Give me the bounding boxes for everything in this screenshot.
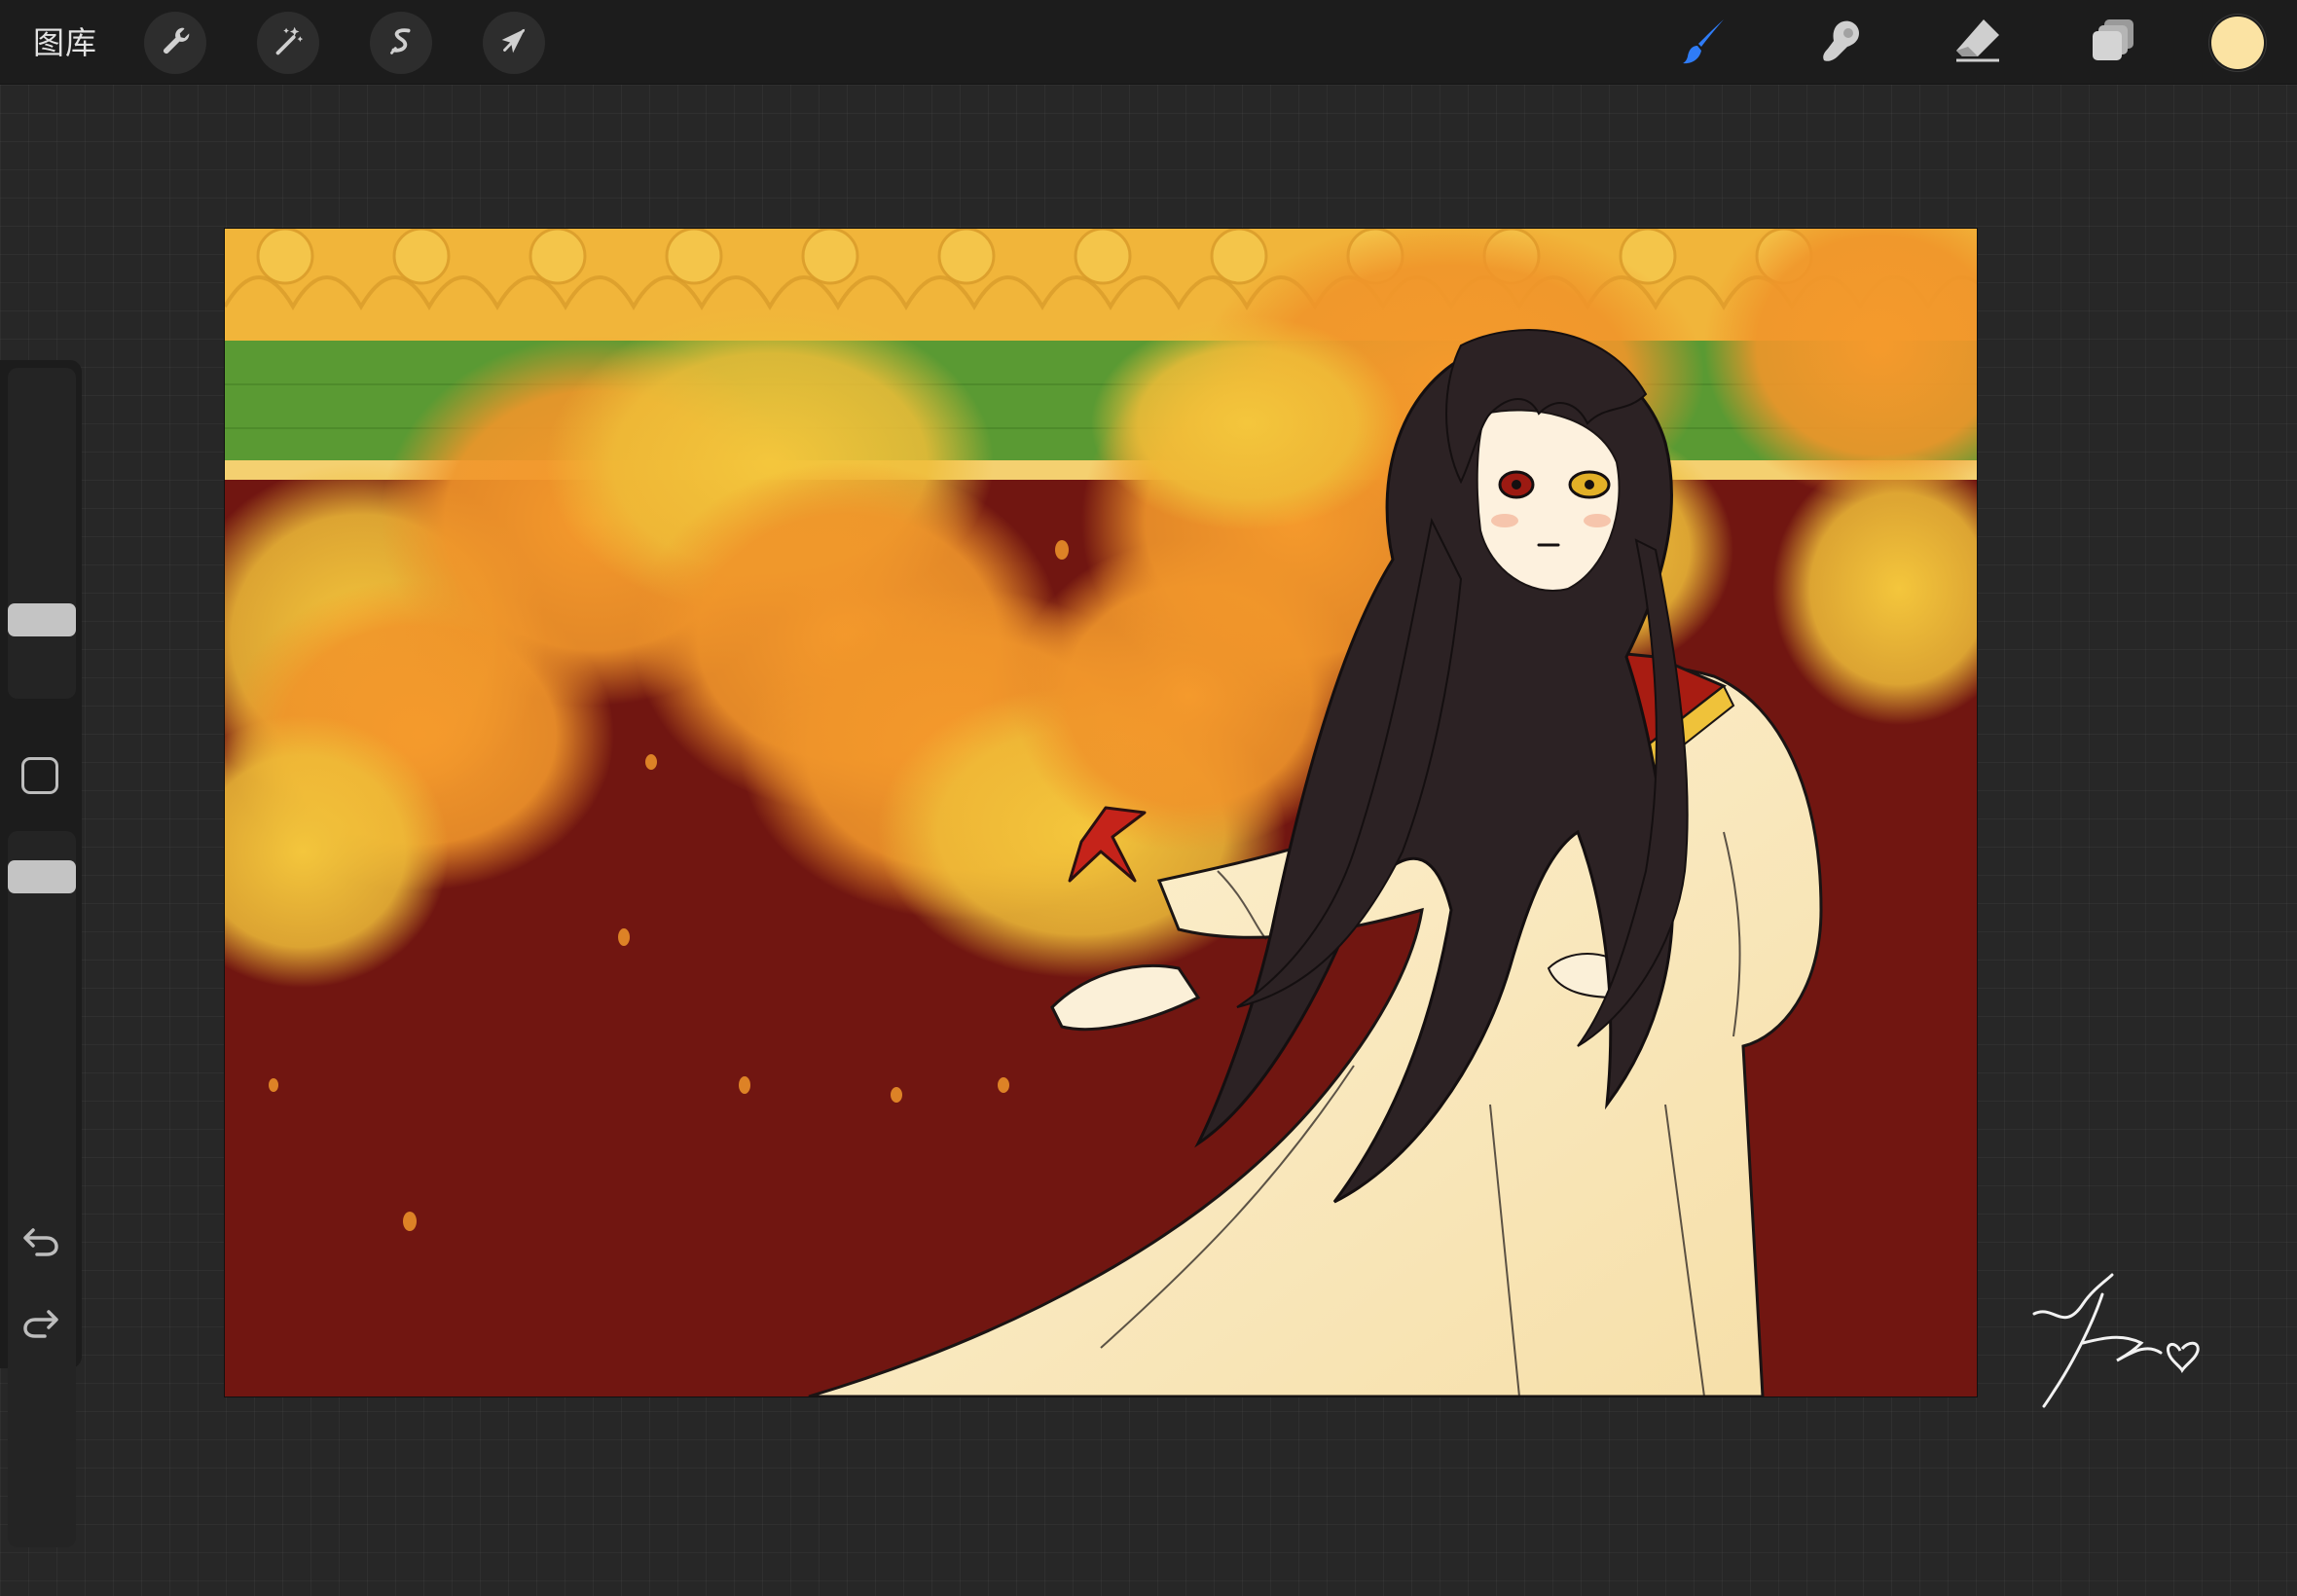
side-bar xyxy=(0,360,82,1547)
layers-button[interactable] xyxy=(2081,10,2147,76)
layers-icon xyxy=(2087,14,2141,72)
actions-button[interactable] xyxy=(144,12,206,74)
color-picker-button[interactable] xyxy=(2211,17,2264,69)
undo-icon xyxy=(19,1228,62,1265)
opacity-slider[interactable] xyxy=(8,831,76,1547)
top-toolbar: 图库 xyxy=(0,0,2297,85)
modify-button[interactable] xyxy=(21,757,58,794)
handwritten-signature xyxy=(2024,1246,2219,1440)
procreate-app: 图库 xyxy=(0,0,2297,1596)
eraser-tool-button[interactable] xyxy=(1945,10,2011,76)
brush-tool-button[interactable] xyxy=(1672,10,1738,76)
gallery-button[interactable]: 图库 xyxy=(33,21,97,64)
selection-s-icon xyxy=(383,22,419,63)
opacity-slider-thumb[interactable] xyxy=(8,860,76,893)
transform-button[interactable] xyxy=(483,12,545,74)
brush-size-slider[interactable] xyxy=(8,368,76,699)
magic-wand-icon xyxy=(270,22,307,63)
adjustments-button[interactable] xyxy=(257,12,319,74)
illustration-autumn-palace xyxy=(225,229,1977,1396)
smudge-finger-icon xyxy=(1814,14,1869,72)
undo-button[interactable] xyxy=(19,1218,62,1261)
eraser-icon xyxy=(1951,14,2005,72)
brush-icon xyxy=(1678,14,1732,72)
wrench-icon xyxy=(157,22,194,63)
artwork-canvas[interactable] xyxy=(225,229,1977,1396)
redo-button[interactable] xyxy=(19,1300,62,1343)
selection-button[interactable] xyxy=(370,12,432,74)
redo-icon xyxy=(19,1310,62,1347)
brush-size-slider-thumb[interactable] xyxy=(8,603,76,636)
smudge-tool-button[interactable] xyxy=(1808,10,1875,76)
arrow-cursor-icon xyxy=(495,22,532,63)
